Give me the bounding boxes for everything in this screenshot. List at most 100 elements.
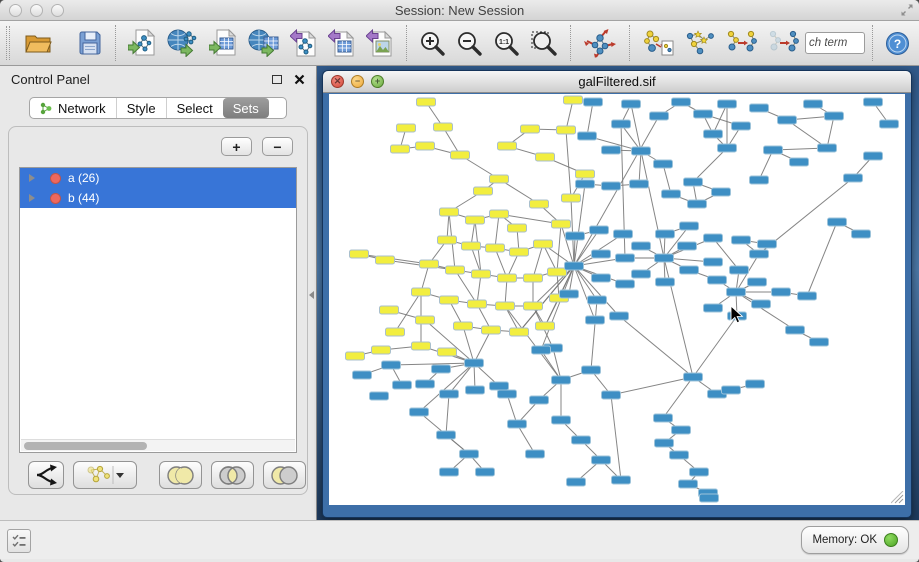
resize-grip[interactable] <box>891 491 904 504</box>
zoom-actual-size-button[interactable]: 1:1 <box>488 24 525 62</box>
open-session-button[interactable] <box>18 24 58 62</box>
graph-node <box>476 468 495 476</box>
create-set-from-selection-button[interactable] <box>73 461 137 489</box>
graph-node <box>632 242 651 250</box>
minimize-window-button[interactable] <box>30 4 43 17</box>
graph-node <box>704 234 723 242</box>
network-frame-titlebar[interactable]: ✕ − + galFiltered.sif <box>323 71 911 93</box>
toolbar-separator <box>406 25 407 61</box>
network-canvas[interactable] <box>329 94 905 505</box>
frame-close-icon[interactable]: ✕ <box>331 75 344 88</box>
import-network-file-button[interactable] <box>123 24 162 62</box>
export-table-icon <box>328 29 356 57</box>
network-frame[interactable]: ✕ − + galFiltered.sif <box>322 70 912 518</box>
set-label: b (44) <box>68 191 99 205</box>
tab-select[interactable]: Select <box>166 98 223 118</box>
open-folder-icon <box>23 30 53 56</box>
expander-icon[interactable] <box>29 194 35 202</box>
panel-collapse-handle[interactable] <box>308 288 315 302</box>
frame-buttons: ✕ − + <box>331 75 384 88</box>
float-panel-icon[interactable] <box>272 75 282 84</box>
graph-node <box>565 262 584 270</box>
graph-node <box>798 292 817 300</box>
graph-node <box>524 302 543 310</box>
fullscreen-icon[interactable] <box>899 2 915 23</box>
zoom-window-button[interactable] <box>51 4 64 17</box>
remove-set-button[interactable]: − <box>262 137 293 156</box>
show-all-icon <box>768 28 800 58</box>
task-history-button[interactable] <box>7 529 31 553</box>
graph-node <box>825 112 844 120</box>
zoom-in-button[interactable] <box>414 24 451 62</box>
frame-minimize-icon[interactable]: − <box>351 75 364 88</box>
graph-node <box>654 160 673 168</box>
export-table-button[interactable] <box>323 24 361 62</box>
tab-sets[interactable]: Sets <box>223 98 269 118</box>
set-row-a[interactable]: a (26) <box>20 168 296 188</box>
graph-node <box>534 240 553 248</box>
graph-node <box>732 236 751 244</box>
graph-node <box>680 222 699 230</box>
svg-text:?: ? <box>894 37 901 51</box>
tab-style[interactable]: Style <box>116 98 166 118</box>
import-network-url-button[interactable] <box>162 24 204 62</box>
export-image-button[interactable] <box>361 24 399 62</box>
graph-node <box>672 98 691 106</box>
graph-node <box>536 322 555 330</box>
expander-icon[interactable] <box>29 174 35 182</box>
split-set-button[interactable] <box>28 461 64 489</box>
intersect-sets-button[interactable] <box>211 461 254 489</box>
zoom-fit-selected-button[interactable] <box>525 24 563 62</box>
set-color-dot <box>50 193 61 204</box>
show-all-button[interactable] <box>763 24 805 62</box>
close-panel-icon[interactable] <box>294 74 305 85</box>
apply-layout-button[interactable] <box>578 24 622 62</box>
graph-node <box>370 392 389 400</box>
union-sets-button[interactable] <box>159 461 202 489</box>
export-network-button[interactable] <box>285 24 323 62</box>
help-button[interactable]: ? <box>880 24 915 62</box>
graph-node <box>844 174 863 182</box>
graph-node <box>376 256 395 264</box>
graph-node <box>437 431 456 439</box>
graph-node <box>576 180 595 188</box>
difference-sets-button[interactable] <box>263 461 306 489</box>
graph-node <box>592 274 611 282</box>
hide-selected-button[interactable] <box>721 24 763 62</box>
close-window-button[interactable] <box>9 4 22 17</box>
status-bar: Memory: OK <box>0 520 919 559</box>
graph-node <box>417 98 436 106</box>
toolbar-drag-handle[interactable] <box>6 26 10 60</box>
search-input[interactable] <box>805 32 865 54</box>
import-table-url-button[interactable] <box>243 24 285 62</box>
zoom-out-button[interactable] <box>451 24 488 62</box>
graph-node <box>391 145 410 153</box>
import-table-file-button[interactable] <box>204 24 243 62</box>
memory-status-button[interactable]: Memory: OK <box>801 526 909 554</box>
graph-node <box>810 338 829 346</box>
import-network-file-icon <box>128 29 157 57</box>
set-row-b[interactable]: b (44) <box>20 188 296 208</box>
graph-node <box>490 210 509 218</box>
graph-node <box>656 278 675 286</box>
graph-node <box>346 352 365 360</box>
select-first-neighbors-button[interactable] <box>679 24 721 62</box>
zoom-out-icon <box>456 30 483 57</box>
graph-node <box>592 250 611 258</box>
graph-node <box>612 120 631 128</box>
graph-node <box>588 296 607 304</box>
graph-node <box>386 328 405 336</box>
tab-network[interactable]: Network <box>30 98 116 118</box>
graph-node <box>654 414 673 422</box>
graph-node <box>582 366 601 374</box>
venn-difference-icon <box>269 465 300 486</box>
graph-node <box>552 220 571 228</box>
add-set-button[interactable]: + <box>221 137 252 156</box>
save-session-button[interactable] <box>72 24 108 62</box>
graph-node <box>688 200 707 208</box>
scrollbar-thumb[interactable] <box>24 442 147 450</box>
graph-node <box>610 312 629 320</box>
graph-node <box>630 180 649 188</box>
frame-maximize-icon[interactable]: + <box>371 75 384 88</box>
select-from-file-button[interactable] <box>637 24 679 62</box>
